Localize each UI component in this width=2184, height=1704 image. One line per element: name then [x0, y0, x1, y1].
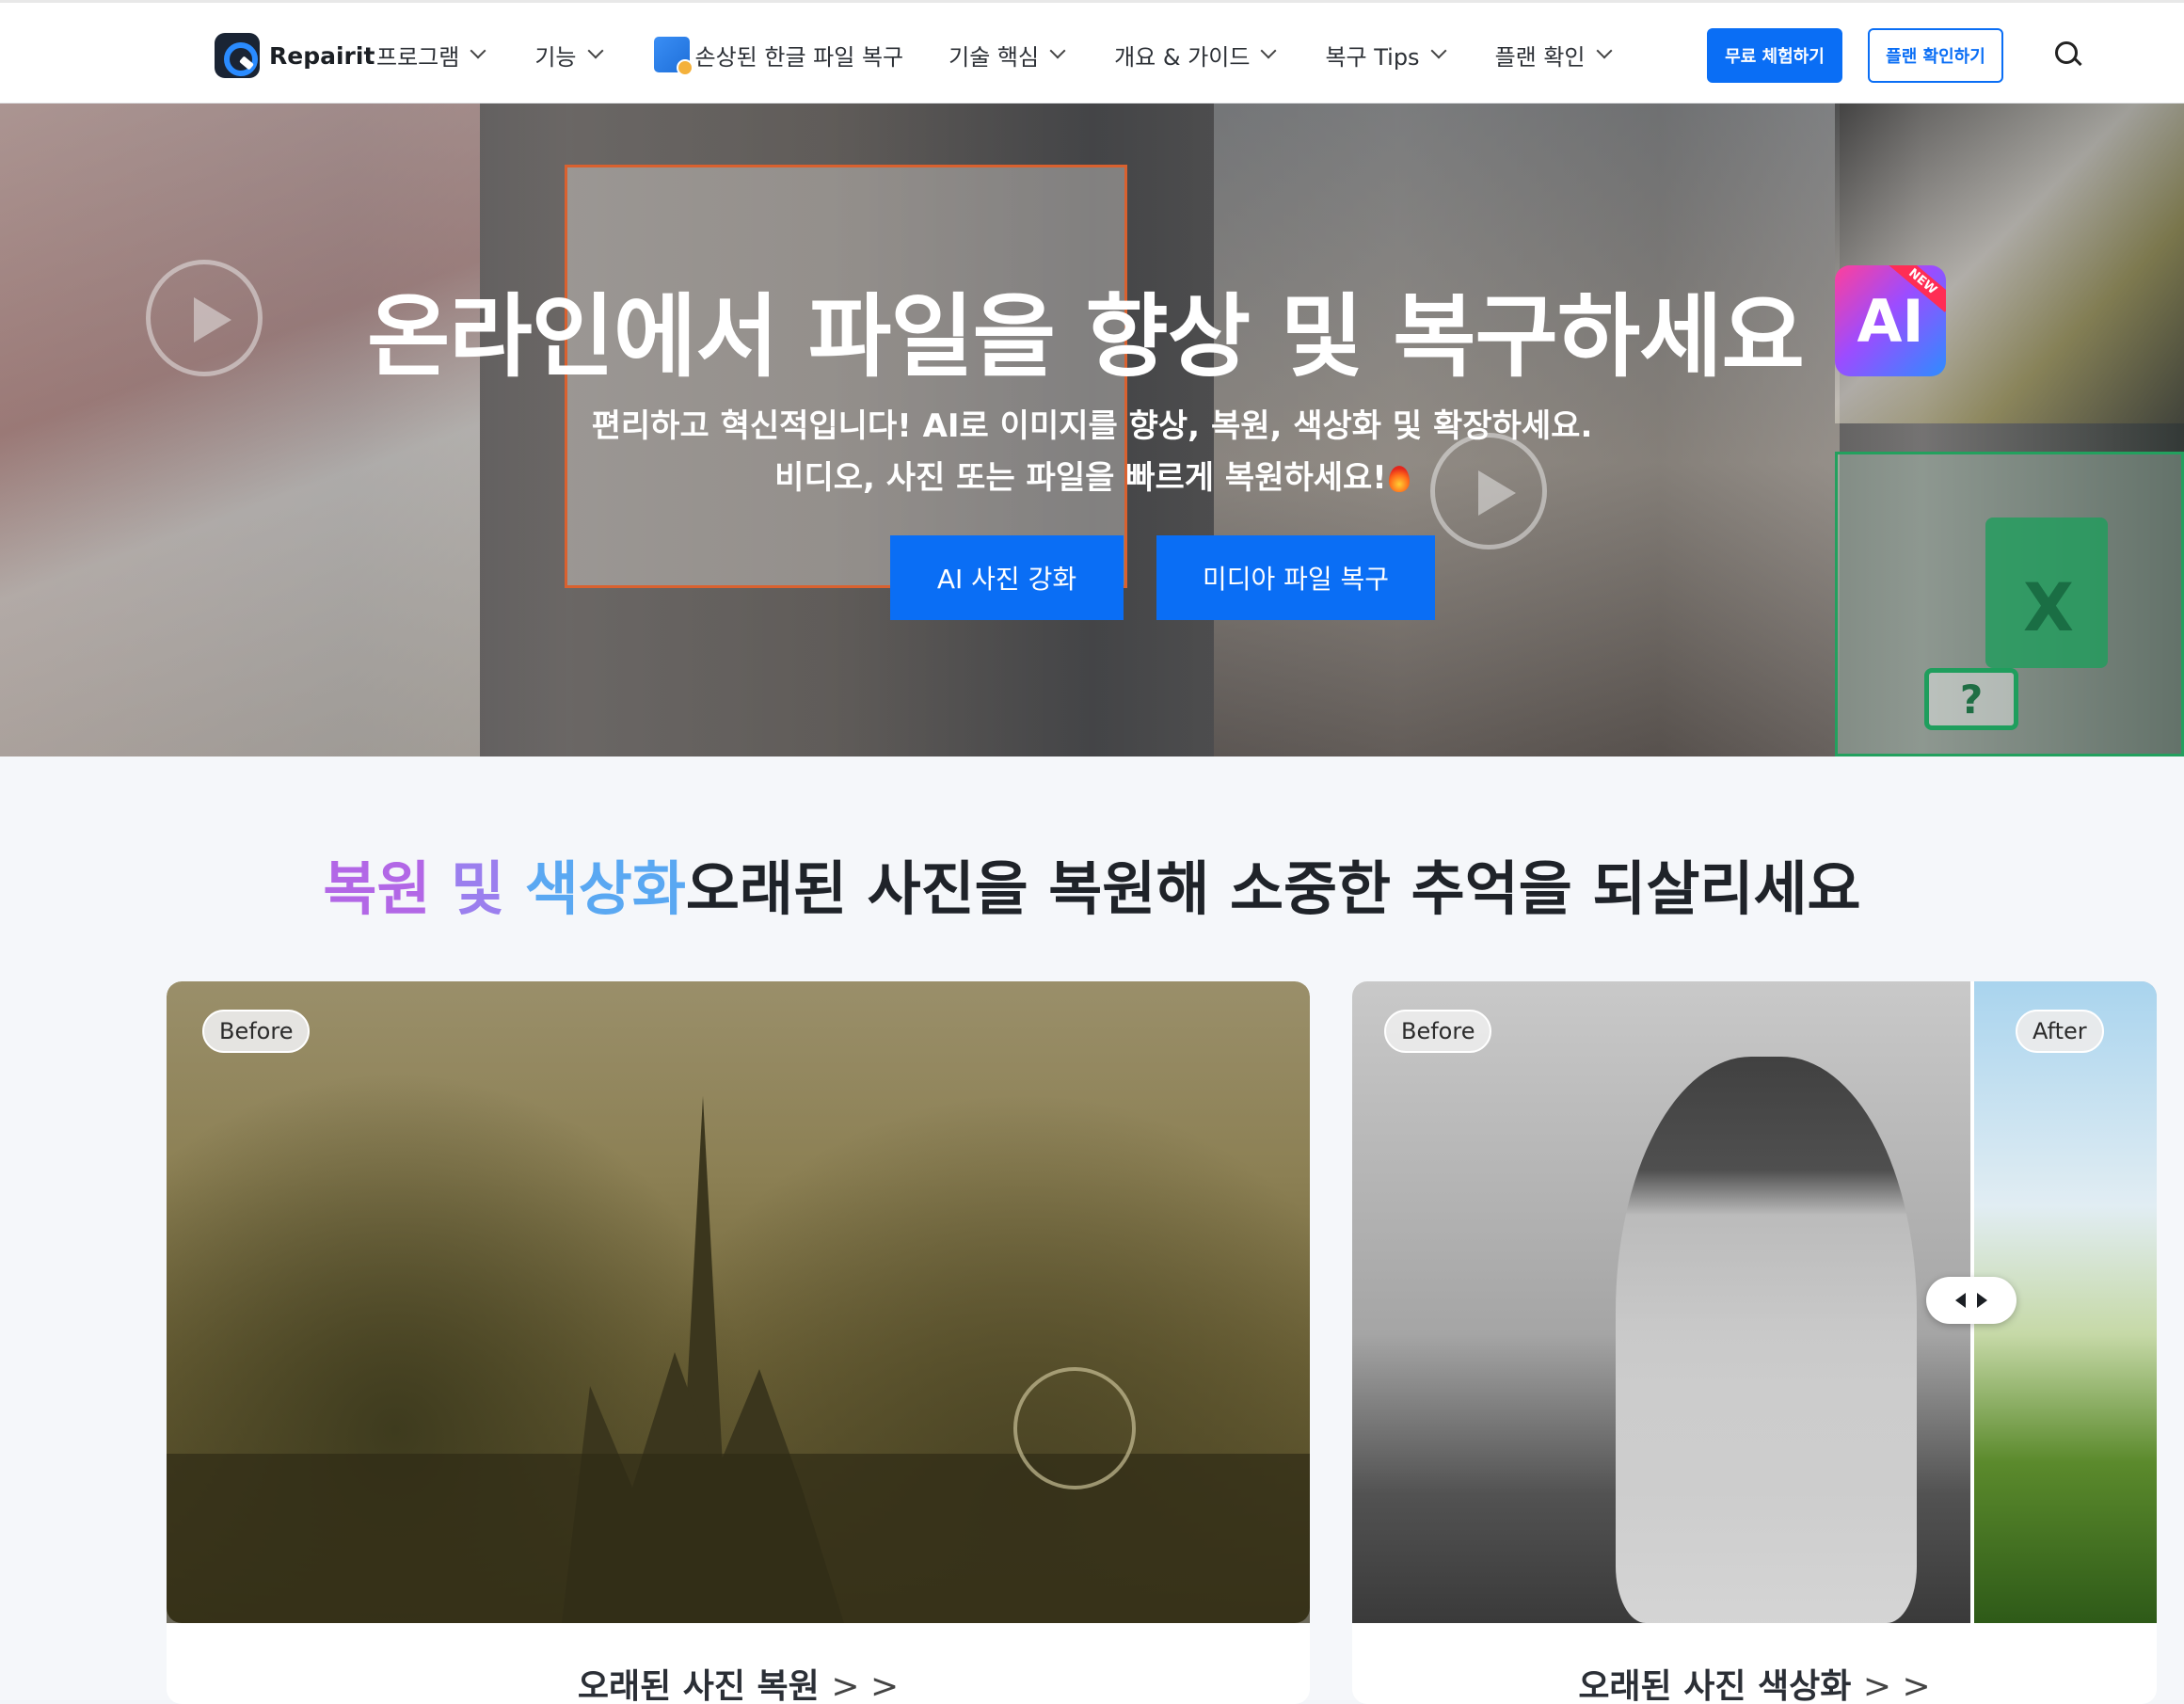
caption-arrows: > > [831, 1667, 900, 1704]
nav-item-label: 복구 Tips [1325, 43, 1420, 71]
hero-banner: X ? 온라인에서 파일을 향상 및 복구하세요 AI NEW 편리하고 혁신적… [0, 104, 2184, 756]
title-accent-restore: 복원 [323, 854, 431, 923]
fire-icon [1388, 466, 1410, 492]
nav-item-features[interactable]: 기능 [534, 39, 603, 72]
chevron-down-icon [1430, 42, 1447, 59]
check-plan-button[interactable]: 플랜 확인하기 [1868, 28, 2003, 83]
ferris-wheel [1013, 1367, 1136, 1489]
hero-subtitle-line-1: 편리하고 혁신적입니다! AI로 이미지를 향상, 복원, 색상화 및 확장하세… [591, 407, 1593, 445]
search-icon[interactable] [2054, 40, 2082, 69]
nav-item-plans[interactable]: 플랜 확인 [1494, 39, 1613, 72]
top-navbar: Repairit 프로그램 기능 손상된 한글 파일 복구 기술 핵심 개요 &… [0, 0, 2184, 104]
colorize-card[interactable]: Before After 오래된 사진 색상화 > > [1352, 981, 2157, 1704]
free-trial-button[interactable]: 무료 체험하기 [1707, 28, 1842, 83]
ai-photo-enhance-button[interactable]: AI 사진 강화 [890, 535, 1124, 620]
brand-name: Repairit [269, 41, 375, 70]
nav-item-label: 플랜 확인 [1494, 43, 1586, 71]
hero-subtitle-line-2: 비디오, 사진 또는 파일을 빠르게 복원하세요! [0, 452, 2184, 498]
nav-item-tech-core[interactable]: 기술 핵심 [949, 39, 1066, 72]
compare-slider-handle[interactable] [1926, 1277, 2017, 1324]
chevron-down-icon [1596, 42, 1613, 59]
restore-colorize-section: 복원 및 색상화오래된 사진을 복원해 소중한 추억을 되살리세요 Before… [0, 756, 2184, 1704]
nav-item-label: 기술 핵심 [949, 43, 1040, 71]
card-caption[interactable]: 오래된 사진 색상화 > > [1352, 1659, 2157, 1704]
help-bubble-icon: ? [1924, 668, 2018, 730]
hero-subtitle-text: 비디오, 사진 또는 파일을 빠르게 복원하세요! [774, 459, 1387, 497]
after-label: After [2016, 1010, 2104, 1053]
excel-x-glyph: X [2023, 569, 2074, 646]
media-file-repair-button[interactable]: 미디아 파일 복구 [1156, 535, 1435, 620]
ai-badge-text: AI [1857, 286, 1924, 356]
nav-item-overview-guide[interactable]: 개요 & 가이드 [1114, 39, 1277, 72]
nav-item-program[interactable]: 프로그램 [376, 39, 486, 72]
before-label: Before [202, 1010, 311, 1053]
arrow-right-icon [1977, 1293, 1987, 1308]
main-menu: 프로그램 기능 손상된 한글 파일 복구 기술 핵심 개요 & 가이드 복구 T… [376, 3, 1613, 106]
caption-text: 오래된 사진 색상화 [1578, 1667, 1852, 1704]
nav-item-hwp-repair[interactable]: 손상된 한글 파일 복구 [653, 37, 904, 76]
chevron-down-icon [587, 42, 603, 59]
hwp-file-icon [653, 37, 693, 76]
title-accent-and: 및 [451, 854, 505, 923]
caption-text: 오래된 사진 복원 [577, 1667, 820, 1704]
before-label: Before [1384, 1010, 1492, 1053]
arrow-left-icon [1955, 1293, 1966, 1308]
play-icon [146, 260, 263, 376]
chevron-down-icon [1049, 42, 1066, 59]
brand-logo[interactable]: Repairit [215, 33, 375, 78]
chevron-down-icon [470, 42, 486, 59]
caption-arrows: > > [1862, 1667, 1931, 1704]
hero-title: 온라인에서 파일을 향상 및 복구하세요 [367, 284, 1805, 390]
portrait-subject [1616, 1057, 1917, 1623]
card-caption[interactable]: 오래된 사진 복원 > > [167, 1659, 1310, 1704]
section-title: 복원 및 색상화오래된 사진을 복원해 소중한 추억을 되살리세요 [0, 841, 2184, 926]
nav-item-label: 개요 & 가이드 [1114, 43, 1251, 71]
restore-card[interactable]: Before 오래된 사진 복원 > > [167, 981, 1310, 1704]
ai-badge-icon: AI NEW [1835, 265, 1946, 376]
nav-item-label: 프로그램 [376, 43, 460, 71]
title-accent-colorize: 색상화 [524, 854, 686, 923]
hillside [167, 1454, 1310, 1623]
repairit-logo-icon [215, 33, 260, 78]
chevron-down-icon [1260, 42, 1277, 59]
nav-item-label: 기능 [534, 43, 577, 71]
nav-item-label: 손상된 한글 파일 복구 [694, 43, 904, 71]
nav-item-recovery-tips[interactable]: 복구 Tips [1325, 39, 1447, 72]
title-rest: 오래된 사진을 복원해 소중한 추억을 되살리세요 [685, 854, 1861, 923]
old-photo-before [167, 981, 1310, 1623]
